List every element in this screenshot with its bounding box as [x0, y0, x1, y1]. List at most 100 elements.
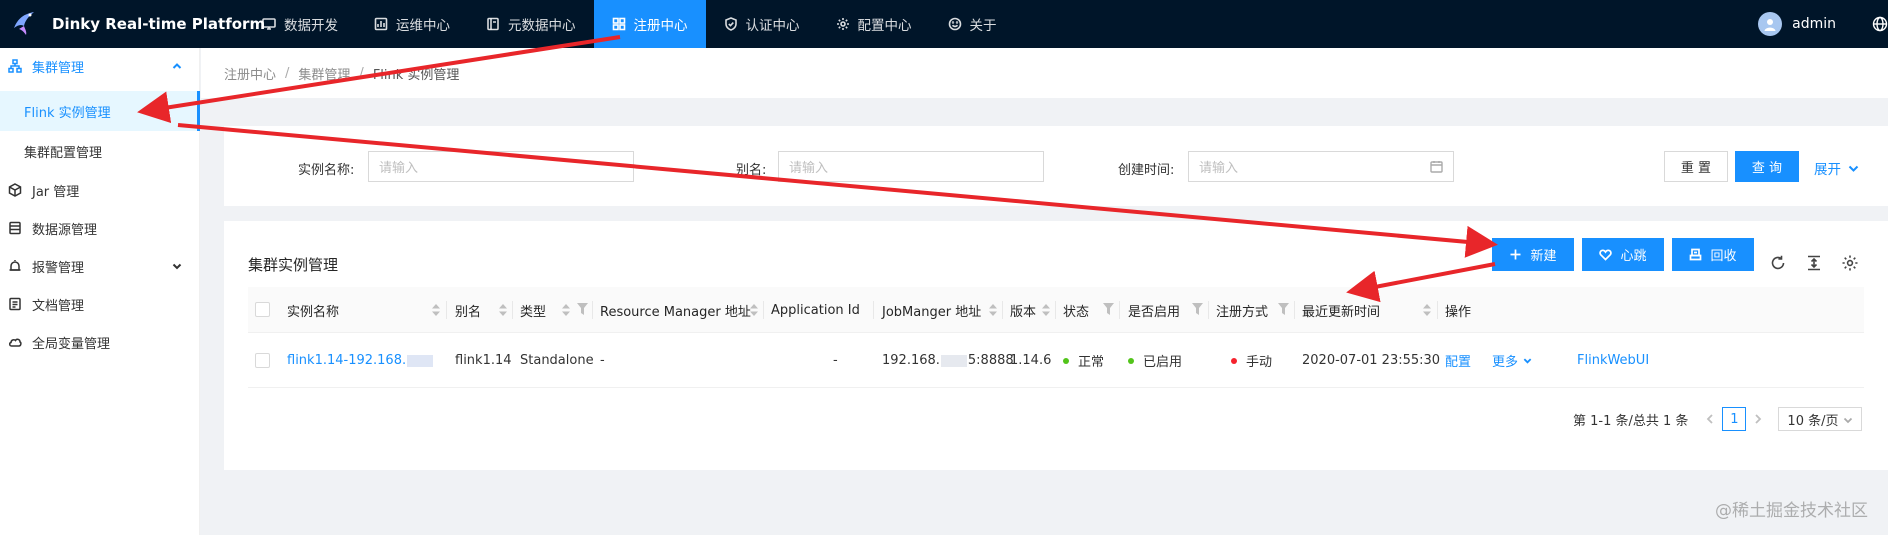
select-all-checkbox[interactable]: [255, 302, 270, 317]
topnav-label: 认证中心: [745, 18, 800, 34]
alias-input[interactable]: 请输入: [778, 151, 1044, 182]
sidebar-item-label: 报警管理: [32, 260, 85, 276]
input-placeholder: 请输入: [1199, 161, 1239, 176]
setting-icon[interactable]: [1841, 254, 1859, 272]
sort-icon[interactable]: [432, 304, 440, 316]
column-header-alias[interactable]: 别名: [455, 287, 481, 333]
created-time-label: 创建时间:: [1118, 163, 1175, 178]
database-icon: [8, 221, 22, 235]
topnav-data-dev[interactable]: 数据开发: [244, 0, 356, 48]
column-header-app-id[interactable]: Application Id: [771, 287, 860, 333]
cell-jm-address: 192.168. 5:8888: [882, 333, 1014, 388]
recycle-button[interactable]: 回收: [1672, 238, 1754, 271]
reset-button[interactable]: 重 置: [1664, 151, 1728, 182]
column-header-version[interactable]: 版本: [1010, 287, 1036, 333]
redacted-block: [407, 354, 434, 367]
column-header-enabled[interactable]: 是否启用: [1128, 287, 1180, 333]
sidebar-group-cluster[interactable]: 集群管理: [0, 48, 200, 84]
sort-icon[interactable]: [499, 304, 507, 316]
topnav-auth-center[interactable]: 认证中心: [706, 0, 818, 48]
monitor-icon: [262, 17, 276, 31]
logo[interactable]: Dinky Real-time Platform: [0, 0, 265, 48]
sidebar-item-cluster-config[interactable]: 集群配置管理: [0, 133, 200, 169]
instance-name-link[interactable]: flink1.14-192.168.: [287, 333, 434, 388]
column-height-icon[interactable]: [1805, 254, 1823, 272]
sidebar-item-jar[interactable]: Jar 管理: [0, 172, 200, 208]
column-header-status[interactable]: 状态: [1063, 287, 1089, 333]
calendar-icon: [1430, 160, 1443, 173]
flink-webui-link[interactable]: FlinkWebUI: [1577, 333, 1649, 388]
reset-button-label: 重 置: [1680, 161, 1712, 176]
expand-toggle[interactable]: 展开: [1814, 158, 1859, 178]
sort-icon[interactable]: [1042, 304, 1050, 316]
next-page-icon[interactable]: [1752, 413, 1764, 425]
heartbeat-button[interactable]: 心跳: [1582, 238, 1664, 271]
cell-version: 1.14.6: [1010, 353, 1052, 368]
alert-icon: [8, 259, 22, 273]
instance-table-card: 集群实例管理 新建 心跳 回收 实例名称 别名 类型 Resource Mana…: [224, 221, 1888, 470]
topnav-about[interactable]: 关于: [930, 0, 1015, 48]
sidebar-item-flink-instance[interactable]: Flink 实例管理: [0, 91, 200, 131]
prev-page-icon[interactable]: [1704, 413, 1716, 425]
column-header-updated[interactable]: 最近更新时间: [1302, 287, 1380, 333]
topnav-ops-center[interactable]: 运维中心: [356, 0, 468, 48]
column-header-name[interactable]: 实例名称: [287, 287, 339, 333]
avatar: [1758, 12, 1783, 36]
column-header-rm-address[interactable]: Resource Manager 地址: [600, 287, 751, 333]
sidebar-item-datasource[interactable]: 数据源管理: [0, 210, 200, 246]
topnav-label: 配置中心: [857, 18, 912, 34]
filter-icon[interactable]: [1192, 303, 1203, 315]
filter-icon[interactable]: [577, 303, 588, 315]
chevron-down-icon: [1523, 358, 1532, 364]
heart-icon: [1599, 248, 1613, 261]
filter-icon[interactable]: [1278, 303, 1289, 315]
dinky-logo-icon: [10, 8, 38, 40]
sidebar-group-alert[interactable]: 报警管理: [0, 248, 200, 284]
sidebar-item-docs[interactable]: 文档管理: [0, 286, 200, 322]
sidebar-item-label: 文档管理: [32, 298, 85, 314]
sort-icon[interactable]: [562, 304, 570, 316]
reload-icon[interactable]: [1769, 254, 1787, 272]
setting-icon: [836, 17, 850, 31]
chevron-down-icon: [172, 260, 182, 270]
language-globe-icon[interactable]: [1872, 16, 1888, 32]
input-placeholder: 请输入: [789, 161, 829, 176]
column-header-register[interactable]: 注册方式: [1216, 287, 1268, 333]
sort-icon[interactable]: [1423, 304, 1431, 316]
breadcrumb-item[interactable]: 注册中心: [224, 64, 276, 83]
top-header: Dinky Real-time Platform 数据开发 运维中心 元数据中心…: [0, 0, 1888, 48]
sidebar-item-label: 全局变量管理: [32, 336, 111, 352]
sidebar-item-global-vars[interactable]: 全局变量管理: [0, 324, 200, 360]
user-menu[interactable]: admin: [1758, 0, 1836, 48]
instance-name: flink1.14-192.168.: [287, 353, 407, 368]
enabled-dot: [1128, 357, 1134, 364]
app-title: Dinky Real-time Platform: [52, 15, 266, 33]
topnav-label: 关于: [969, 18, 997, 34]
chevron-down-icon: [1844, 417, 1853, 424]
new-instance-button[interactable]: 新建: [1492, 238, 1574, 271]
topnav-register-center[interactable]: 注册中心: [593, 0, 706, 48]
watermark: @稀土掘金技术社区: [1715, 501, 1868, 521]
smile-icon: [948, 17, 962, 31]
instance-name-input[interactable]: 请输入: [368, 151, 634, 182]
row-checkbox[interactable]: [255, 353, 270, 368]
page-number[interactable]: 1: [1722, 407, 1747, 431]
topnav-config-center[interactable]: 配置中心: [818, 0, 930, 48]
sidebar: 集群管理 Flink 实例管理 集群配置管理 Jar 管理 数据源管理 报警管理…: [0, 48, 200, 535]
column-header-jm-address[interactable]: JobManger 地址: [882, 287, 981, 333]
more-dropdown[interactable]: 更多: [1492, 333, 1532, 388]
expand-label: 展开: [1814, 162, 1841, 178]
sidebar-item-label: 数据源管理: [32, 222, 98, 238]
created-time-picker[interactable]: 请输入: [1188, 151, 1454, 182]
breadcrumb-item[interactable]: 集群管理: [298, 64, 350, 83]
sort-icon[interactable]: [989, 304, 997, 316]
cell-enabled: 已启用: [1128, 333, 1182, 388]
config-link[interactable]: 配置: [1445, 333, 1471, 388]
topnav-metadata-center[interactable]: 元数据中心: [468, 0, 594, 48]
filter-icon[interactable]: [1103, 303, 1114, 315]
query-button[interactable]: 查 询: [1735, 151, 1799, 182]
sort-icon[interactable]: [750, 304, 758, 316]
page-size-select[interactable]: 10 条/页: [1778, 407, 1863, 431]
column-header-type[interactable]: 类型: [520, 287, 546, 333]
column-header-actions: 操作: [1445, 304, 1472, 320]
